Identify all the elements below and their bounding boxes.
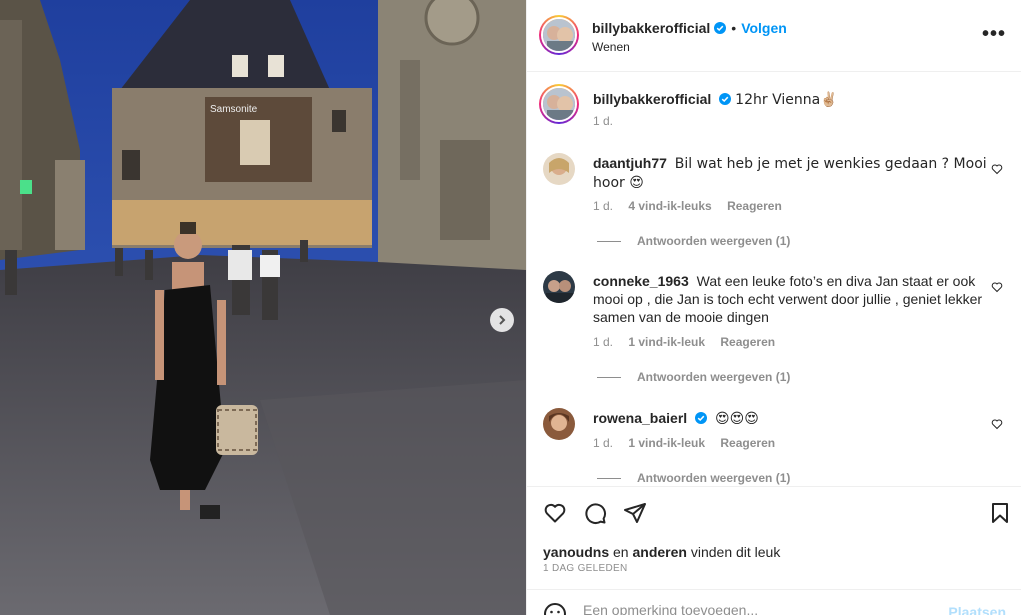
comment-bubble-icon[interactable] — [583, 501, 607, 525]
photo-scene: Samsonite — [0, 0, 526, 615]
comment-likes[interactable]: 1 vind-ik-leuk — [628, 436, 705, 450]
author-avatar[interactable] — [539, 15, 579, 55]
view-replies-label: Antwoorden weergeven (1) — [637, 471, 791, 485]
caption-avatar[interactable] — [539, 84, 579, 124]
view-replies-button[interactable]: Antwoorden weergeven (1) — [597, 234, 790, 248]
comment-text: 😍😍😍 — [715, 411, 759, 427]
post-details-panel: billybakkerofficial • Volgen Wenen ••• bil… — [526, 0, 1021, 615]
bookmark-save-icon[interactable] — [988, 501, 1012, 525]
post-caption: billybakkerofficial 12hr Vienna✌🏼 1 d. — [539, 84, 1003, 136]
view-replies-button[interactable]: Antwoorden weergeven (1) — [597, 370, 790, 384]
replies-divider — [597, 241, 621, 243]
likes-summary: yanoudns en anderen vinden dit leuk — [543, 544, 780, 560]
post-actions: yanoudns en anderen vinden dit leuk 1 DA… — [527, 486, 1021, 590]
replies-divider — [597, 377, 621, 379]
post-photo[interactable]: Samsonite — [0, 0, 526, 615]
comment-username[interactable]: conneke_1963 — [593, 273, 689, 289]
comment-username[interactable]: daantjuh77 — [593, 155, 667, 171]
caption-text: 12hr Vienna✌🏼 — [735, 92, 838, 108]
comment-item: daantjuh77 Bil wat heb je met je wenkies… — [543, 153, 1003, 253]
comments-list[interactable]: billybakkerofficial 12hr Vienna✌🏼 1 d. d… — [527, 72, 1021, 485]
verified-badge-icon — [695, 412, 708, 424]
avatar-image — [543, 153, 575, 185]
replies-divider — [597, 478, 621, 480]
avatar-image — [543, 271, 575, 303]
post-comment-button[interactable]: Plaatsen — [948, 604, 1006, 615]
emoji-smiley-icon[interactable] — [543, 602, 567, 615]
comment-username[interactable]: rowena_baierl — [593, 410, 687, 426]
comment-meta: 1 d. 1 vind-ik-leuk Reageren — [593, 436, 787, 450]
comment-time: 1 d. — [593, 199, 614, 213]
view-replies-button[interactable]: Antwoorden weergeven (1) — [597, 471, 790, 485]
view-replies-label: Antwoorden weergeven (1) — [637, 370, 791, 384]
like-heart-icon[interactable] — [543, 501, 567, 525]
more-options-icon[interactable]: ••• — [982, 24, 1006, 44]
comment-meta: 1 d. 4 vind-ik-leuks Reageren — [593, 199, 794, 213]
reply-button[interactable]: Reageren — [720, 436, 775, 450]
add-comment-bar: Plaatsen — [527, 589, 1021, 615]
comment-item: conneke_1963 Wat een leuke foto’s en div… — [543, 271, 1003, 391]
billboard-text: Samsonite — [210, 104, 258, 115]
post-location[interactable]: Wenen — [592, 40, 630, 54]
avatar-image — [543, 19, 575, 51]
heart-icon[interactable] — [991, 418, 1003, 430]
caption-meta: 1 d. — [593, 114, 625, 128]
view-replies-label: Antwoorden weergeven (1) — [637, 234, 791, 248]
chevron-right-icon — [499, 315, 506, 325]
heart-icon[interactable] — [991, 281, 1003, 293]
verified-badge-icon — [714, 22, 727, 34]
comment-item: rowena_baierl 😍😍😍 1 d. 1 vind-ik-leuk Re… — [543, 408, 1003, 485]
comment-likes[interactable]: 1 vind-ik-leuk — [628, 335, 705, 349]
follow-button[interactable]: Volgen — [741, 20, 787, 36]
comment-time: 1 d. — [593, 335, 614, 349]
reply-button[interactable]: Reageren — [720, 335, 775, 349]
author-username[interactable]: billybakkerofficial — [592, 20, 710, 36]
separator-dot: • — [731, 20, 737, 36]
comment-time: 1 d. — [593, 436, 614, 450]
reply-button[interactable]: Reageren — [727, 199, 782, 213]
next-photo-button[interactable] — [490, 308, 514, 332]
verified-badge-icon — [719, 93, 732, 105]
comment-likes[interactable]: 4 vind-ik-leuks — [628, 199, 711, 213]
share-send-icon[interactable] — [623, 501, 647, 525]
caption-username[interactable]: billybakkerofficial — [593, 91, 711, 107]
post-header: billybakkerofficial • Volgen Wenen ••• — [527, 0, 1021, 72]
commenter-avatar[interactable] — [543, 153, 575, 185]
post-time-ago: 1 DAG GELEDEN — [543, 563, 628, 574]
likes-connector: en — [613, 544, 629, 560]
commenter-avatar[interactable] — [543, 271, 575, 303]
commenter-avatar[interactable] — [543, 408, 575, 440]
likes-others-link[interactable]: anderen — [632, 544, 686, 560]
comment-input[interactable] — [583, 602, 933, 615]
liker-username[interactable]: yanoudns — [543, 544, 609, 560]
avatar-image — [543, 408, 575, 440]
heart-icon[interactable] — [991, 163, 1003, 175]
caption-time: 1 d. — [593, 114, 614, 128]
likes-suffix: vinden dit leuk — [690, 544, 781, 560]
avatar-image — [543, 88, 575, 120]
comment-meta: 1 d. 1 vind-ik-leuk Reageren — [593, 335, 787, 349]
